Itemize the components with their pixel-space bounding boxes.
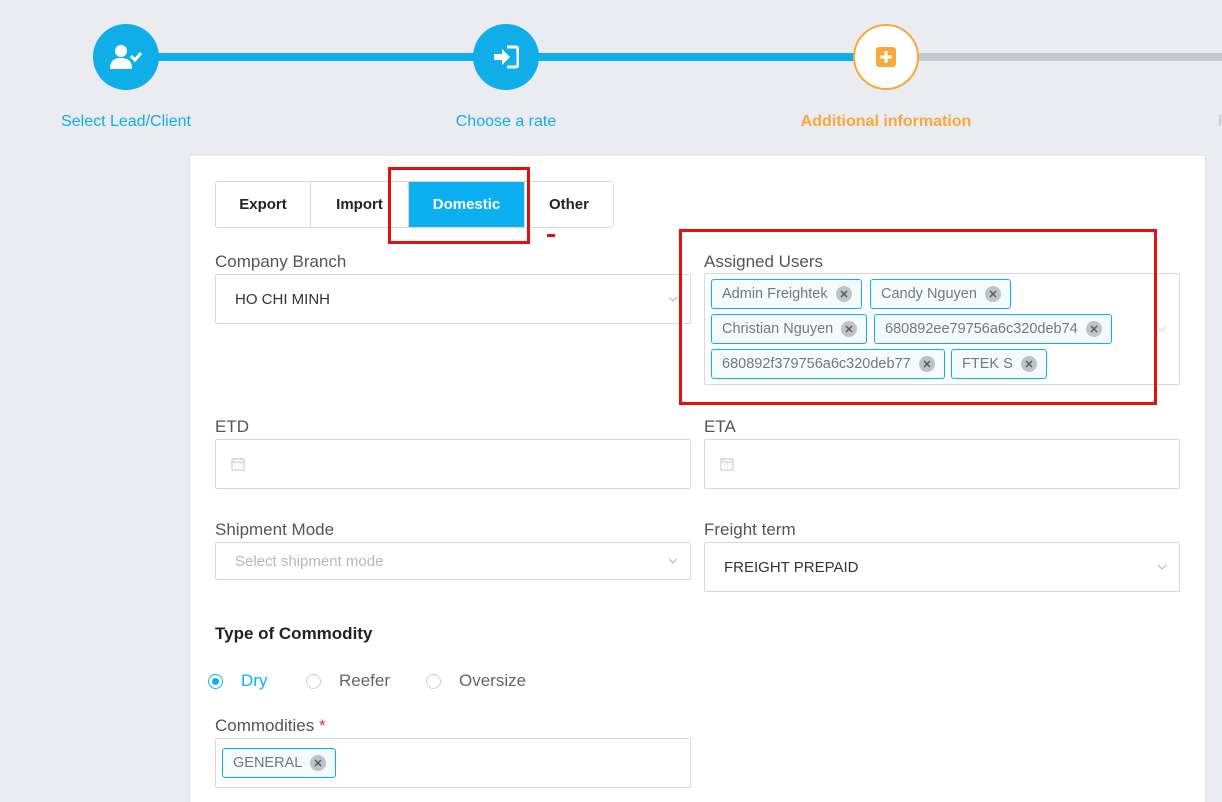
shipment-mode-select[interactable]: Select shipment mode <box>215 542 691 580</box>
commodity-tag-label: GENERAL <box>233 755 303 771</box>
eta-label: ETA <box>704 417 736 436</box>
commodities-label: Commodities * <box>215 716 326 736</box>
step-additional-info[interactable] <box>853 24 919 90</box>
chevron-down-icon <box>1157 564 1167 570</box>
shipment-mode-label: Shipment Mode <box>215 520 335 539</box>
radio-oversize-label: Oversize <box>459 671 527 690</box>
plus-square-icon <box>876 47 896 67</box>
step-choose-rate[interactable] <box>473 24 539 90</box>
radio-reefer-label: Reefer <box>339 671 391 690</box>
chevron-down-icon <box>668 558 678 564</box>
highlight-assigned-users <box>679 229 1157 405</box>
chevron-down-icon <box>1157 326 1167 332</box>
sign-in-icon <box>494 45 519 69</box>
radio-reefer[interactable]: Reefer <box>306 671 390 691</box>
radio-dot <box>208 673 223 689</box>
step-label-choose-rate: Choose a rate <box>455 113 557 130</box>
commodity-tag: GENERAL <box>222 748 337 778</box>
shipment-mode-placeholder: Select shipment mode <box>235 552 384 570</box>
step-label-additional-info: Additional information <box>800 113 972 130</box>
highlight-domestic-tab <box>388 167 530 244</box>
etd-label: ETD <box>215 417 249 436</box>
radio-dry-label: Dry <box>241 671 268 690</box>
user-check-icon <box>110 45 142 69</box>
company-branch-select[interactable]: HO CHI MINH <box>215 274 691 324</box>
calendar-icon <box>231 458 245 471</box>
step-connector-2 <box>506 53 886 61</box>
radio-dot <box>426 673 441 689</box>
etd-date-picker[interactable] <box>215 439 691 489</box>
step-label-select-lead: Select Lead/Client <box>61 113 191 130</box>
highlight-mark <box>547 234 555 237</box>
freight-term-select[interactable]: FREIGHT PREPAID <box>704 542 1180 592</box>
tab-other[interactable]: Other <box>525 182 613 227</box>
radio-dot <box>306 673 321 689</box>
step-connector-1 <box>126 53 506 61</box>
step-label-review: R <box>1218 113 1222 131</box>
calendar-icon <box>720 458 734 471</box>
company-branch-label: Company Branch <box>215 252 347 271</box>
step-select-lead[interactable] <box>93 24 159 90</box>
company-branch-value: HO CHI MINH <box>235 290 330 308</box>
freight-term-label: Freight term <box>704 520 796 539</box>
radio-oversize[interactable]: Oversize <box>426 671 526 691</box>
step-connector-3 <box>886 53 1222 61</box>
freight-term-value: FREIGHT PREPAID <box>724 558 859 576</box>
commodity-type-title: Type of Commodity <box>215 624 373 643</box>
chevron-down-icon <box>668 296 678 302</box>
radio-dry[interactable]: Dry <box>208 671 267 691</box>
commodities-label-text: Commodities <box>215 716 315 735</box>
tab-export[interactable]: Export <box>216 182 311 227</box>
eta-date-picker[interactable] <box>704 439 1180 489</box>
required-mark: * <box>318 716 326 735</box>
close-icon[interactable] <box>310 755 327 771</box>
